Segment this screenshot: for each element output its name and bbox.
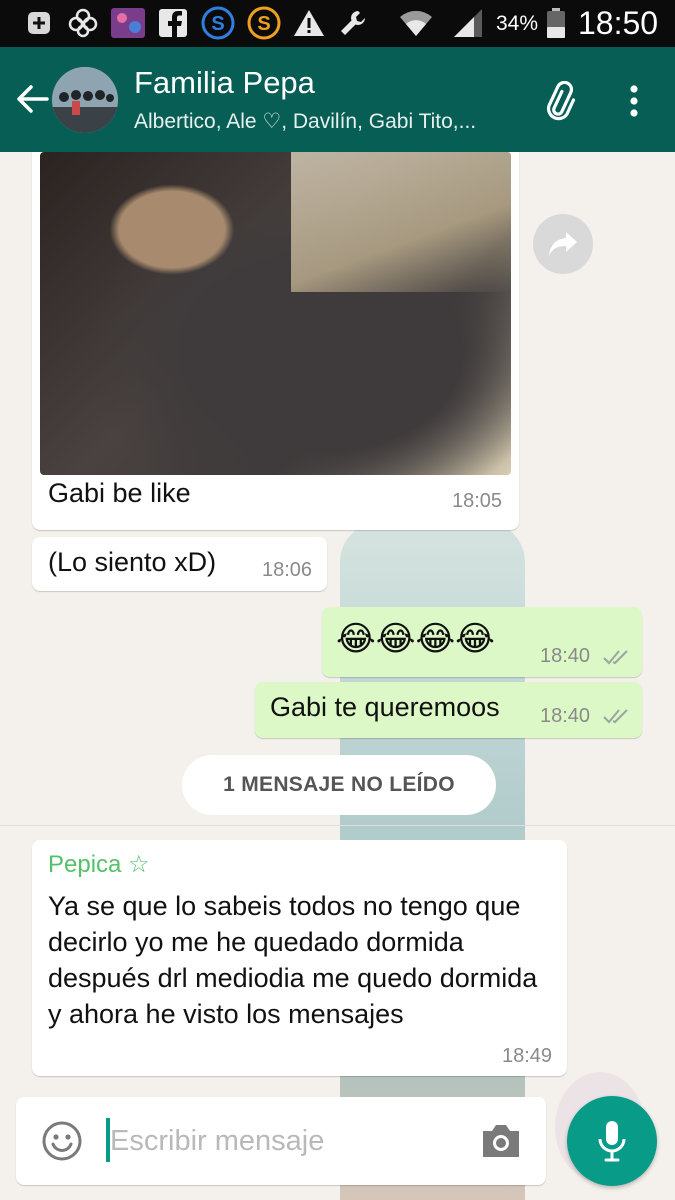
unread-divider: 1 MENSAJE NO LEÍDO — [182, 755, 496, 815]
camera-button[interactable] — [478, 1119, 524, 1163]
image-attachment[interactable] — [40, 152, 511, 475]
sender-name[interactable]: Pepica ☆ — [48, 850, 150, 879]
clover-icon — [66, 8, 100, 38]
forward-button[interactable] — [533, 214, 593, 274]
message-composer — [16, 1097, 546, 1185]
s-orange-icon: S — [246, 6, 282, 40]
message-text: 😂😂😂😂 — [336, 619, 495, 659]
share-arrow-icon — [549, 232, 577, 256]
chat-title[interactable]: Familia Pepa — [134, 65, 315, 101]
group-message[interactable]: Pepica ☆ Ya se que lo sabeis todos no te… — [32, 840, 567, 1076]
image-caption: Gabi be like — [48, 478, 191, 508]
battery-percent: 34% — [496, 11, 539, 35]
message-time: 18:49 — [502, 1045, 553, 1067]
facebook-icon — [158, 8, 188, 38]
image-message[interactable]: Gabi be like 18:05 — [32, 152, 519, 530]
chat-header: Familia Pepa Albertico, Ale ♡, Davilín, … — [0, 47, 675, 152]
signal-icon — [450, 8, 486, 38]
divider-line — [0, 825, 675, 826]
arrow-left-icon — [17, 85, 49, 113]
more-options-button[interactable] — [614, 77, 654, 125]
read-ticks-icon — [603, 709, 628, 724]
message-text: Ya se que lo sabeis todos no tengo que d… — [48, 891, 538, 1029]
message-time: 18:40 — [540, 645, 591, 667]
status-time: 18:50 — [578, 5, 659, 41]
more-vertical-icon — [630, 85, 638, 117]
back-button[interactable] — [10, 77, 54, 121]
paperclip-icon — [546, 81, 576, 121]
group-avatar[interactable] — [52, 67, 118, 133]
battery-icon — [546, 8, 566, 38]
read-ticks-icon — [603, 650, 628, 665]
message-time: 18:05 — [452, 490, 503, 512]
message-text: Gabi te queremoos — [270, 692, 500, 722]
attach-button[interactable] — [535, 77, 583, 125]
message-input[interactable] — [110, 1117, 470, 1165]
message-text: (Lo siento xD) — [48, 547, 217, 577]
outgoing-message[interactable]: Gabi te queremoos 18:40 — [255, 682, 642, 738]
microphone-icon — [598, 1121, 626, 1162]
s-blue-icon: S — [200, 6, 236, 40]
plus-box-icon — [24, 8, 54, 38]
smiley-icon — [42, 1121, 82, 1161]
gallery-icon — [110, 8, 146, 38]
wifi-icon — [398, 8, 434, 38]
chat-participants[interactable]: Albertico, Ale ♡, Davilín, Gabi Tito,... — [134, 109, 476, 134]
warning-icon — [292, 8, 326, 38]
svg-text:S: S — [257, 13, 270, 35]
svg-text:S: S — [211, 13, 224, 35]
emoji-button[interactable] — [40, 1119, 84, 1163]
message-time: 18:06 — [262, 559, 313, 581]
message-bubble[interactable]: (Lo siento xD) 18:06 — [32, 537, 327, 591]
message-list[interactable]: Gabi be like 18:05 (Lo siento xD) 18:06 … — [0, 152, 675, 1200]
message-time: 18:40 — [540, 705, 591, 727]
status-bar: S S 34% 18:50 — [0, 0, 675, 47]
camera-icon — [483, 1125, 519, 1157]
wrench-icon — [336, 8, 370, 38]
outgoing-message[interactable]: 😂😂😂😂 18:40 — [322, 607, 642, 677]
voice-note-button[interactable] — [567, 1096, 657, 1186]
